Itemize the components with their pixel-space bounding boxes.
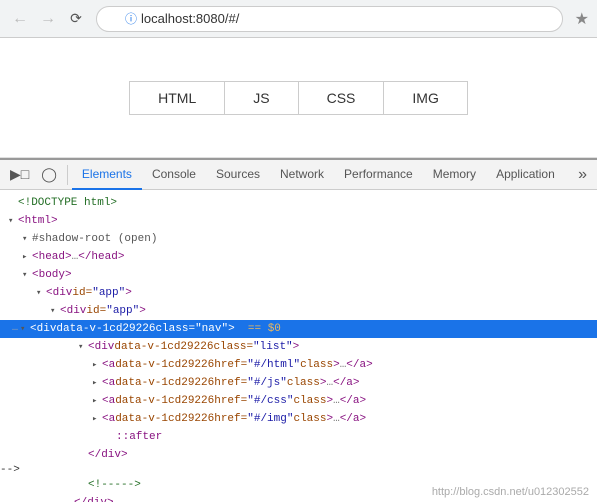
triangle-html[interactable] <box>8 213 18 229</box>
dots-indicator: … <box>12 321 18 337</box>
tab-elements[interactable]: Elements <box>72 161 142 190</box>
div-list-open: <div <box>88 339 114 355</box>
dom-line-div-app-outer[interactable]: <div id="app"> <box>0 284 597 302</box>
div-nav-close-bracket: > <box>228 321 235 337</box>
tab-js[interactable]: JS <box>225 82 298 114</box>
info-icon: ⓘ <box>125 10 137 27</box>
empty-comment: <!-----> <box>88 477 141 493</box>
dom-line-body[interactable]: <body> <box>0 266 597 284</box>
body-tag: <body> <box>32 267 72 283</box>
triangle-shadow[interactable] <box>22 231 32 247</box>
dom-tree: <!DOCTYPE html> <html> #shadow-root (ope… <box>0 190 597 502</box>
a-img-open: <a <box>102 411 115 427</box>
browser-toolbar: ← → ⟳ ⓘ localhost:8080/#/ ★ <box>0 0 597 38</box>
dom-line-a-html[interactable]: <a data-v-1cd29226 href="#/html" class>…… <box>0 356 597 374</box>
devtools-panel: ▶□ ◯ Elements Console Sources Network Pe… <box>0 158 597 502</box>
dom-line-after[interactable]: ::after <box>0 428 597 446</box>
tab-console[interactable]: Console <box>142 161 206 190</box>
dom-line-shadow[interactable]: #shadow-root (open) <box>0 230 597 248</box>
div-nav-class-attr: class= <box>155 321 195 337</box>
html-tag: <html> <box>18 213 58 229</box>
more-tabs-button[interactable]: » <box>572 164 593 186</box>
tab-application[interactable]: Application <box>486 161 565 190</box>
reload-button[interactable]: ⟳ <box>64 7 88 31</box>
head-ellipsis: … <box>72 249 79 265</box>
after-pseudo: ::after <box>116 429 162 445</box>
url-display: localhost:8080/#/ <box>141 11 239 26</box>
head-tag: <head> <box>32 249 72 265</box>
tab-sources[interactable]: Sources <box>206 161 270 190</box>
a-js-open: <a <box>102 375 115 391</box>
triangle-div-list[interactable] <box>78 339 88 355</box>
toolbar-separator <box>67 165 68 185</box>
div-nav-attr1: data-v-1cd29226 <box>56 321 155 337</box>
triangle-a-css[interactable] <box>92 393 102 409</box>
dom-line-div-nav[interactable]: … <div data-v-1cd29226 class="nav"> == $… <box>0 320 597 338</box>
triangle-body[interactable] <box>22 267 32 283</box>
inspect-element-button[interactable]: ▶□ <box>4 161 35 189</box>
doctype-text: <!DOCTYPE html> <box>18 195 117 211</box>
triangle-a-html[interactable] <box>92 357 102 373</box>
dom-line-a-css[interactable]: <a data-v-1cd29226 href="#/css" class>…<… <box>0 392 597 410</box>
div-nav-open: <div <box>30 321 56 337</box>
shadow-root-text: #shadow-root (open) <box>32 231 157 247</box>
bookmark-button[interactable]: ★ <box>575 9 589 29</box>
back-button[interactable]: ← <box>8 7 32 31</box>
div-app-outer-open: <div <box>46 285 72 301</box>
dom-line-a-img[interactable]: <a data-v-1cd29226 href="#/img" class>…<… <box>0 410 597 428</box>
triangle-div-nav[interactable] <box>20 321 30 337</box>
triangle-head[interactable] <box>22 249 32 265</box>
div-nav-class-val: "nav" <box>195 321 228 337</box>
tab-performance[interactable]: Performance <box>334 161 423 190</box>
dom-line-a-js[interactable]: <a data-v-1cd29226 href="#/js" class>…</… <box>0 374 597 392</box>
div-app-inner-open: <div <box>60 303 86 319</box>
div-list-close: </div> <box>88 447 128 463</box>
tab-img[interactable]: IMG <box>384 82 466 114</box>
page-content: HTML JS CSS IMG <box>0 38 597 158</box>
triangle-a-js[interactable] <box>92 375 102 391</box>
devtools-toolbar: ▶□ ◯ Elements Console Sources Network Pe… <box>0 160 597 190</box>
dom-tree-container: <!DOCTYPE html> <html> #shadow-root (ope… <box>0 190 597 502</box>
dom-line-html[interactable]: <html> <box>0 212 597 230</box>
div-nav-close: </div> <box>74 495 114 502</box>
a-css-open: <a <box>102 393 115 409</box>
tab-css[interactable]: CSS <box>299 82 385 114</box>
dom-line-doctype[interactable]: <!DOCTYPE html> <box>0 194 597 212</box>
page-nav-tabs: HTML JS CSS IMG <box>129 81 468 115</box>
tab-memory[interactable]: Memory <box>423 161 486 190</box>
dom-line-head[interactable]: <head>…</head> <box>0 248 597 266</box>
eq-s0: == $0 <box>235 321 281 337</box>
tab-network[interactable]: Network <box>270 161 334 190</box>
address-bar[interactable]: ⓘ localhost:8080/#/ <box>96 6 563 32</box>
a-html-open: <a <box>102 357 115 373</box>
dom-line-div-list[interactable]: <div data-v-1cd29226 class="list"> <box>0 338 597 356</box>
head-close: </head> <box>78 249 124 265</box>
dom-line-div-list-close[interactable]: </div> <box>0 446 597 464</box>
watermark: http://blog.csdn.net/u012302552 <box>432 486 589 498</box>
tab-html[interactable]: HTML <box>130 82 225 114</box>
nav-buttons: ← → ⟳ <box>8 7 88 31</box>
triangle-div-app-inner[interactable] <box>50 303 60 319</box>
triangle-div-app-outer[interactable] <box>36 285 46 301</box>
dom-line-div-app-inner[interactable]: <div id="app"> <box>0 302 597 320</box>
device-toggle-button[interactable]: ◯ <box>35 161 63 189</box>
triangle-a-img[interactable] <box>92 411 102 427</box>
forward-button[interactable]: → <box>36 7 60 31</box>
